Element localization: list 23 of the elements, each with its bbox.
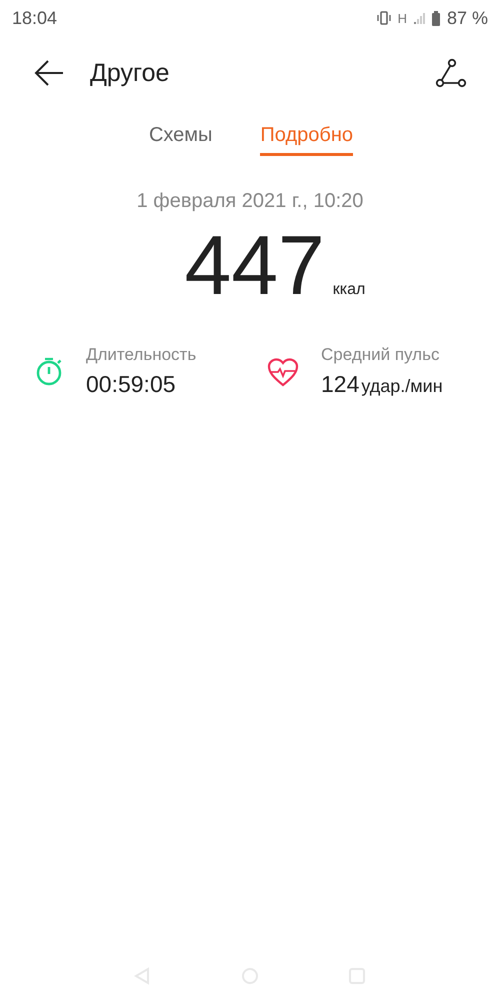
- battery-percent: 87 %: [446, 8, 488, 28]
- workout-date: 1 февраля 2021 г., 10:20: [136, 190, 364, 213]
- stat-unit: удар./мин: [361, 376, 443, 397]
- vibrate-icon: [376, 10, 392, 26]
- stat-label: Средний пульс: [321, 345, 440, 365]
- tab[interactable]: Схемы: [148, 116, 212, 156]
- stat-value: 124: [321, 371, 360, 398]
- stat-label: Длительность: [86, 345, 196, 365]
- page-title: Другое: [90, 58, 170, 88]
- calories-value: 447: [184, 217, 325, 314]
- back-button[interactable]: [34, 58, 66, 88]
- back-arrow-icon: [34, 58, 66, 88]
- share-icon: [435, 58, 467, 88]
- tab[interactable]: Подробно: [260, 116, 354, 156]
- signal-icon: [412, 10, 425, 26]
- battery-icon: [430, 10, 441, 26]
- share-button[interactable]: [435, 58, 467, 88]
- heart-rate-icon: [267, 356, 299, 386]
- status-time: 18:04: [12, 8, 58, 28]
- stat-value: 00:59:05: [86, 371, 176, 398]
- network-type: H: [398, 10, 407, 26]
- stopwatch-icon: [34, 356, 64, 386]
- calories-unit: ккал: [332, 281, 366, 299]
